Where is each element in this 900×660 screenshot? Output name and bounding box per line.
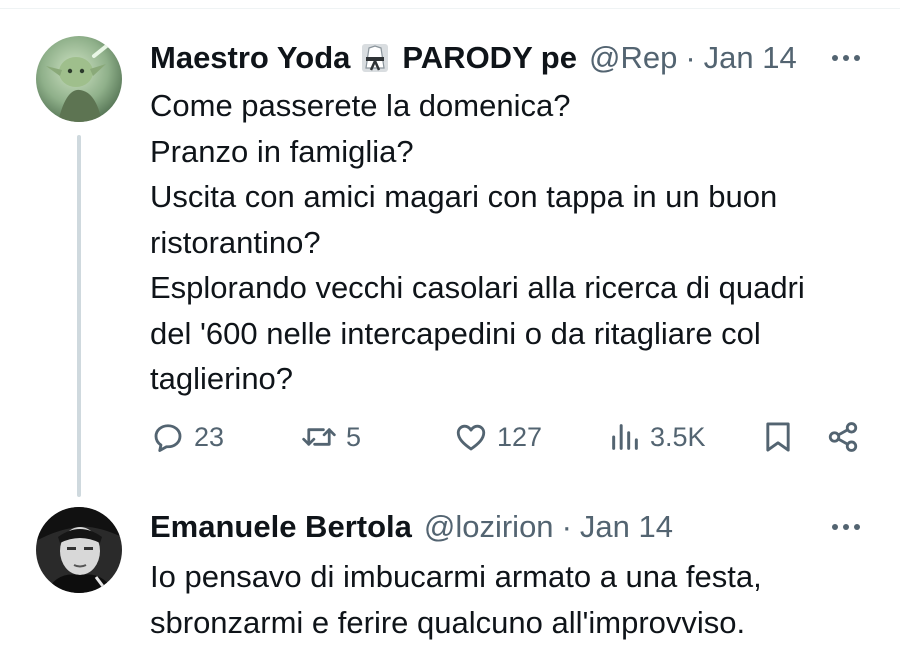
views-icon: [608, 419, 642, 455]
reply-header: Emanuele Bertola @lozirion · Jan 14: [150, 507, 870, 547]
views-button[interactable]: 3.5K: [608, 414, 706, 460]
reply-icon: [150, 419, 186, 455]
parody-label: PARODY pe: [402, 40, 577, 75]
separator: ·: [561, 509, 572, 544]
reply-count: 23: [194, 421, 225, 452]
reply-text-line: sbronzarmi e ferire qualcuno all'improvv…: [150, 604, 746, 640]
bookmark-button[interactable]: [762, 414, 794, 460]
avatar-emanuele-bertola[interactable]: [36, 507, 122, 593]
reply-button[interactable]: 23: [150, 414, 224, 460]
display-name[interactable]: Maestro Yoda: [150, 40, 350, 76]
parody-badge-icon: [360, 42, 390, 74]
tweet-header: Maestro Yoda PARODY pe @Rep · Jan 14: [150, 38, 870, 78]
reply-text-line: Io pensavo di imbucarmi armato a una fes…: [150, 559, 762, 594]
tweet-actions: 23 5 127 3.5K: [150, 414, 865, 460]
tweet-text: Come passerete la domenica? Pranzo in fa…: [150, 83, 870, 402]
tweet-text-line: del '600 nelle intercapedini o da ritagl…: [150, 315, 761, 351]
share-button[interactable]: [826, 414, 860, 460]
like-button[interactable]: 127: [453, 414, 542, 460]
tweet-date[interactable]: Jan 14: [704, 40, 797, 76]
retweet-count: 5: [346, 421, 362, 452]
tweet-text-line: Esplorando vecchi casolari alla ricerca …: [150, 270, 805, 305]
reply-date[interactable]: Jan 14: [580, 509, 673, 545]
separator: ·: [685, 40, 696, 75]
tweet-text-line: ristorantino?: [150, 224, 321, 260]
handle[interactable]: @lozirion: [424, 509, 554, 545]
tweet-text-line: Come passerete la domenica?: [150, 88, 571, 123]
share-icon: [826, 419, 860, 455]
more-icon[interactable]: [828, 40, 864, 76]
tweet-text-line: Uscita con amici magari con tappa in un …: [150, 179, 778, 214]
top-divider: [0, 8, 900, 9]
avatar-maestro-yoda[interactable]: [36, 36, 122, 122]
views-count: 3.5K: [650, 421, 706, 452]
thread-line: [77, 135, 81, 497]
more-icon[interactable]: [828, 509, 864, 545]
tweet-text-line: Pranzo in famiglia?: [150, 133, 414, 169]
like-count: 127: [497, 421, 543, 452]
like-icon: [453, 419, 489, 455]
retweet-button[interactable]: 5: [300, 414, 361, 460]
display-name[interactable]: Emanuele Bertola: [150, 509, 412, 545]
retweet-icon: [300, 419, 338, 455]
handle[interactable]: @Rep: [589, 40, 677, 76]
tweet-text-line: taglierino?: [150, 361, 294, 396]
reply-text: Io pensavo di imbucarmi armato a una fes…: [150, 554, 870, 645]
bookmark-icon: [762, 419, 794, 455]
